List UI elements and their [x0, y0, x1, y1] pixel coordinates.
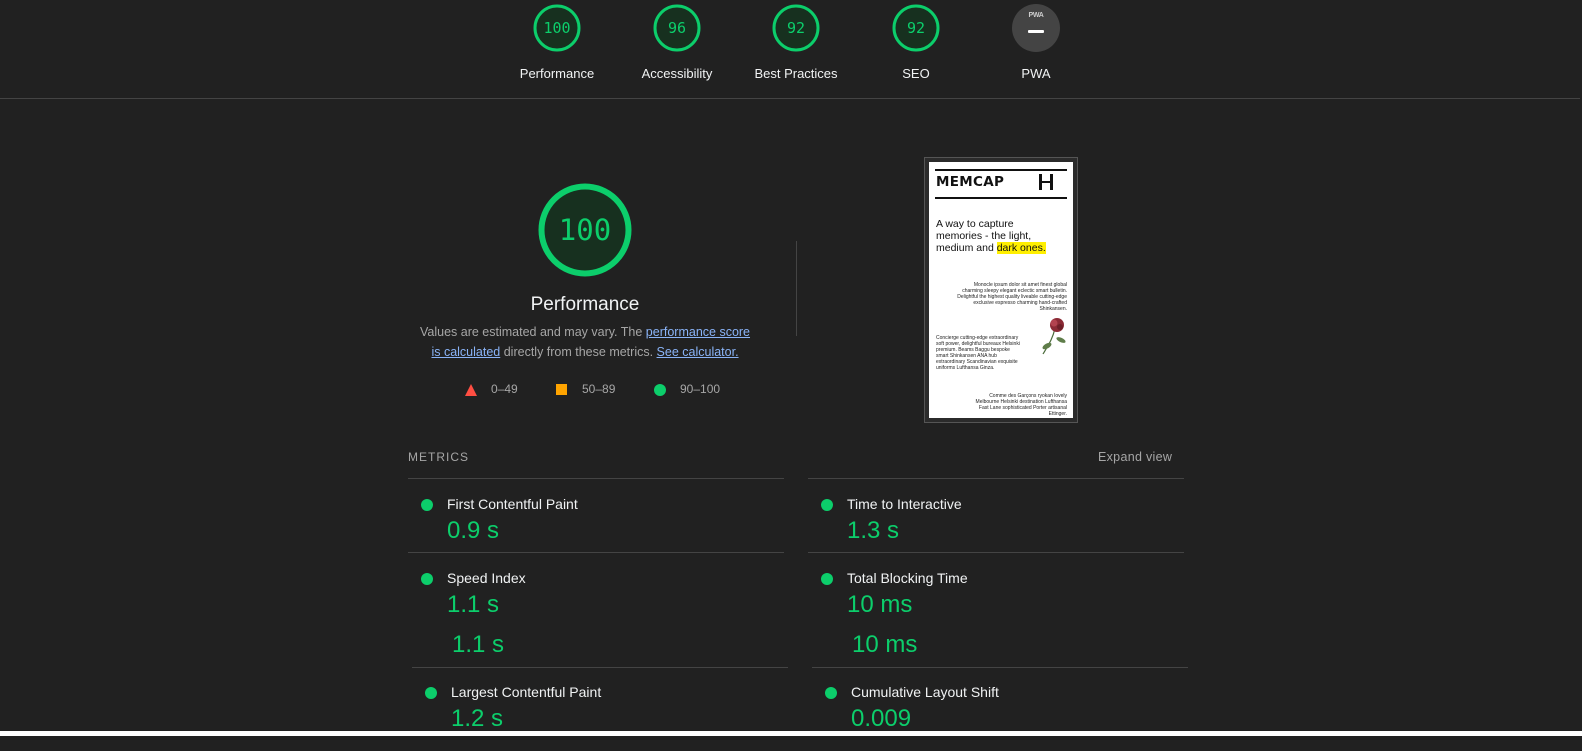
- metric-title: Speed Index: [447, 570, 526, 586]
- score-ring: 92: [892, 4, 940, 52]
- see-calculator-link[interactable]: See calculator.: [657, 345, 739, 359]
- metric-value: 1.1 s: [447, 591, 500, 618]
- pass-dot-icon: [421, 573, 433, 585]
- divider: [812, 667, 1188, 668]
- metric-title: Total Blocking Time: [847, 570, 968, 586]
- h-logo-icon: [1039, 174, 1053, 190]
- circle-icon: [654, 384, 666, 396]
- divider: [796, 241, 797, 336]
- pass-dot-icon: [421, 499, 433, 511]
- site-logo: MEMCAP: [936, 174, 1005, 190]
- score-value: 100: [543, 19, 571, 37]
- rose-illustration-icon: [1042, 318, 1066, 355]
- headline-highlight: dark ones.: [996, 242, 1046, 254]
- legend-range: 0–49: [491, 382, 518, 396]
- metric-speed-index: Speed Index 1.1 s: [408, 567, 778, 637]
- screenshot-headline: A way to capture memories - the light, m…: [936, 218, 1056, 254]
- metric-value: 1.3 s: [847, 517, 900, 544]
- metric-value: 0.009: [851, 705, 912, 732]
- metric-value-duplicate: 10 ms: [852, 631, 918, 658]
- expand-view-button[interactable]: Expand view: [1098, 450, 1172, 464]
- final-screenshot[interactable]: MEMCAP A way to capture memories - the l…: [924, 157, 1078, 423]
- metric-value-duplicate: 1.1 s: [452, 631, 505, 658]
- screenshot-paragraph: Concierge cutting-edge extraordinary sof…: [936, 335, 1020, 371]
- metric-largest-contentful-paint: Largest Contentful Paint 1.2 s: [412, 681, 782, 751]
- pwa-badge-text: PWA: [1028, 12, 1044, 19]
- performance-score: 100: [558, 213, 612, 247]
- screenshot-paragraph: Monocle ipsum dolor sit amet finest glob…: [957, 282, 1067, 312]
- divider: [408, 478, 784, 479]
- metric-cumulative-layout-shift: Cumulative Layout Shift 0.009: [812, 681, 1182, 751]
- triangle-icon: [465, 384, 477, 396]
- score-ring: 92: [772, 4, 820, 52]
- gauge-label: SEO: [902, 66, 930, 81]
- metric-title: Cumulative Layout Shift: [851, 684, 999, 700]
- divider: [808, 552, 1184, 553]
- gauge-label: Accessibility: [641, 66, 713, 81]
- divider: [408, 552, 784, 553]
- performance-description: Values are estimated and may vary. The p…: [418, 322, 752, 362]
- divider: [935, 197, 1067, 199]
- score-value: 96: [667, 19, 687, 37]
- metrics-header: METRICS: [408, 450, 469, 464]
- legend-range: 90–100: [680, 382, 721, 396]
- gauge-performance[interactable]: 100 Performance: [507, 4, 607, 81]
- gauge-label: PWA: [1021, 66, 1051, 81]
- metric-total-blocking-time: Total Blocking Time 10 ms: [808, 567, 1178, 637]
- screenshot-paragraph: Comme des Garçons ryokan lovely Melbourn…: [975, 393, 1067, 417]
- screenshot-page: MEMCAP A way to capture memories - the l…: [929, 162, 1073, 418]
- score-ring: 96: [653, 4, 701, 52]
- gauge-label: Best Practices: [754, 66, 838, 81]
- score-value: 92: [906, 19, 926, 37]
- pass-dot-icon: [825, 687, 837, 699]
- metric-value: 1.2 s: [451, 705, 504, 732]
- gauge-label: Performance: [519, 66, 595, 81]
- pwa-badge: PWA: [1012, 4, 1060, 52]
- divider: [808, 478, 1184, 479]
- performance-title: Performance: [530, 294, 640, 315]
- gauge-seo[interactable]: 92 SEO: [866, 4, 966, 81]
- metric-value: 0.9 s: [447, 517, 500, 544]
- page-bottom-edge: [0, 731, 1582, 736]
- legend-range: 50–89: [582, 382, 616, 396]
- gauge-accessibility[interactable]: 96 Accessibility: [627, 4, 727, 81]
- metric-title: First Contentful Paint: [447, 496, 578, 512]
- divider: [935, 169, 1067, 171]
- metric-title: Time to Interactive: [847, 496, 962, 512]
- pass-dot-icon: [425, 687, 437, 699]
- performance-gauge: 100: [537, 182, 633, 278]
- gauge-best-practices[interactable]: 92 Best Practices: [746, 4, 846, 81]
- gauge-pwa[interactable]: PWA PWA: [986, 4, 1086, 81]
- desc-text: Values are estimated and may vary. The: [419, 325, 646, 339]
- divider: [412, 667, 788, 668]
- score-value: 92: [786, 19, 806, 37]
- na-dash-icon: [1028, 30, 1044, 33]
- category-scores-bar: 100 Performance 96 Accessibility 92 Best…: [0, 0, 1580, 99]
- desc-text: directly from these metrics.: [500, 345, 657, 359]
- metric-title: Largest Contentful Paint: [451, 684, 602, 700]
- pass-dot-icon: [821, 573, 833, 585]
- square-icon: [556, 384, 567, 395]
- score-ring: 100: [533, 4, 581, 52]
- pass-dot-icon: [821, 499, 833, 511]
- metric-value: 10 ms: [847, 591, 913, 618]
